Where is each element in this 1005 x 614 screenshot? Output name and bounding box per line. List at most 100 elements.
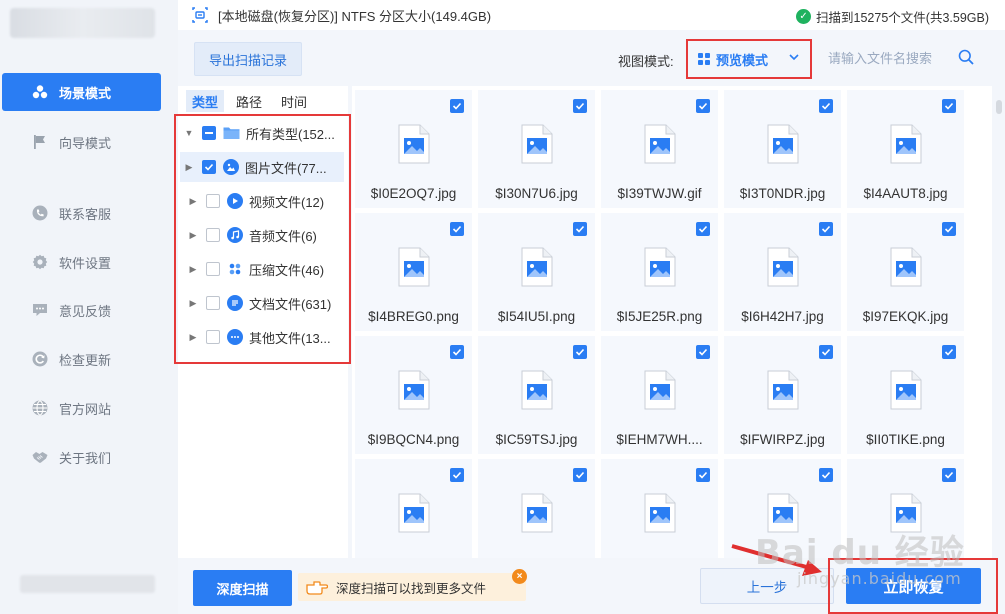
collapsed-arrow-icon[interactable]: ▶	[188, 230, 198, 241]
file-tile[interactable]	[478, 459, 595, 558]
file-name: $I4AAUT8.jpg	[863, 186, 948, 201]
checkbox[interactable]	[696, 468, 710, 482]
file-tile[interactable]: $I39TWJW.gif	[601, 90, 718, 208]
checkbox[interactable]	[696, 99, 710, 113]
checkbox[interactable]	[573, 99, 587, 113]
file-tile[interactable]: $I54IU5I.png	[478, 213, 595, 331]
checkbox[interactable]	[573, 468, 587, 482]
file-tile[interactable]: $IEHM7WH....	[601, 336, 718, 454]
close-icon[interactable]: ×	[512, 569, 527, 584]
checkbox[interactable]	[206, 228, 220, 242]
search-icon[interactable]	[958, 49, 974, 65]
collapsed-arrow-icon[interactable]: ▶	[184, 162, 194, 173]
export-scan-record-button[interactable]: 导出扫描记录	[194, 42, 302, 76]
file-name: $I97EKQK.jpg	[862, 309, 949, 324]
sidebar-item-settings[interactable]: 软件设置	[0, 243, 178, 281]
sidebar-item-about[interactable]: 关于我们	[0, 438, 178, 476]
tree-label: 所有类型(152...	[246, 126, 335, 142]
sidebar-item-website[interactable]: 官方网站	[0, 389, 178, 427]
tree-item-others[interactable]: ▶ 其他文件(13...	[184, 322, 331, 352]
deep-scan-button[interactable]: 深度扫描	[193, 570, 292, 606]
sidebar-item-contact[interactable]: 联系客服	[0, 194, 178, 232]
file-tile[interactable]: $IFWIRPZ.jpg	[724, 336, 841, 454]
expanded-arrow-icon[interactable]: ▼	[184, 128, 194, 138]
checkbox[interactable]	[819, 345, 833, 359]
tree-item-images[interactable]: ▶ 图片文件(77...	[180, 152, 344, 182]
pointing-hand-icon	[306, 581, 328, 595]
checkbox[interactable]	[696, 222, 710, 236]
file-tile[interactable]: $I9BQCN4.png	[355, 336, 472, 454]
file-tile[interactable]: $IC59TSJ.jpg	[478, 336, 595, 454]
checkbox[interactable]	[206, 296, 220, 310]
checkbox[interactable]	[206, 194, 220, 208]
checkbox[interactable]	[202, 126, 216, 140]
collapsed-arrow-icon[interactable]: ▶	[188, 332, 198, 343]
checkbox[interactable]	[450, 222, 464, 236]
sidebar-item-feedback[interactable]: 意见反馈	[0, 291, 178, 329]
image-file-icon	[398, 370, 430, 410]
checkbox[interactable]	[942, 222, 956, 236]
collapsed-arrow-icon[interactable]: ▶	[188, 264, 198, 275]
checkbox[interactable]	[206, 262, 220, 276]
file-tile[interactable]: $I5JE25R.png	[601, 213, 718, 331]
baidu-watermark: Bai du 经验 jingyan.baidu.com	[755, 525, 965, 588]
image-file-icon	[521, 247, 553, 287]
file-name: $I9BQCN4.png	[367, 432, 460, 447]
checkbox[interactable]	[819, 99, 833, 113]
checkbox[interactable]	[450, 468, 464, 482]
image-file-icon	[398, 247, 430, 287]
sidebar-item-scene-mode[interactable]: 场景模式	[2, 73, 161, 111]
file-tile[interactable]	[601, 459, 718, 558]
tab-path[interactable]: 路径	[229, 90, 269, 112]
more-icon	[227, 329, 243, 345]
sidebar-item-check-update[interactable]: 检查更新	[0, 340, 178, 378]
file-name: $I54IU5I.png	[497, 309, 576, 324]
checkbox[interactable]	[573, 345, 587, 359]
check-circle-icon: ✓	[796, 9, 812, 24]
collapsed-arrow-icon[interactable]: ▶	[188, 196, 198, 207]
tree-item-archives[interactable]: ▶ 压缩文件(46)	[184, 254, 324, 284]
file-name: $IFWIRPZ.jpg	[740, 432, 825, 447]
file-tile[interactable]: $II0TIKE.png	[847, 336, 964, 454]
collapsed-arrow-icon[interactable]: ▶	[188, 298, 198, 309]
file-tile[interactable]	[355, 459, 472, 558]
scrollbar-thumb[interactable]	[996, 100, 1002, 114]
file-tile[interactable]: $I0E2OQ7.jpg	[355, 90, 472, 208]
file-tile[interactable]: $I6H42H7.jpg	[724, 213, 841, 331]
tab-time[interactable]: 时间	[274, 90, 314, 112]
filename-search-input[interactable]	[828, 46, 958, 70]
tree-item-documents[interactable]: ▶ 文档文件(631)	[184, 288, 331, 318]
checkbox[interactable]	[202, 160, 216, 174]
view-mode-select[interactable]: 预览模式	[686, 39, 812, 79]
file-name: $IC59TSJ.jpg	[495, 432, 578, 447]
sidebar-item-guide-mode[interactable]: 向导模式	[0, 123, 178, 161]
checkbox[interactable]	[942, 345, 956, 359]
checkbox[interactable]	[942, 99, 956, 113]
image-file-icon	[521, 124, 553, 164]
deep-scan-tip: 深度扫描可以找到更多文件	[298, 573, 526, 601]
file-tile[interactable]: $I4AAUT8.jpg	[847, 90, 964, 208]
checkbox[interactable]	[819, 222, 833, 236]
checkbox[interactable]	[206, 330, 220, 344]
tree-root-all-types[interactable]: ▼ 所有类型(152...	[184, 118, 335, 148]
checkbox[interactable]	[696, 345, 710, 359]
tab-type[interactable]: 类型	[186, 90, 224, 112]
image-file-icon	[521, 493, 553, 533]
file-tile[interactable]: $I4BREG0.png	[355, 213, 472, 331]
file-name: $I6H42H7.jpg	[741, 309, 824, 324]
checkbox[interactable]	[942, 468, 956, 482]
sidebar-item-label: 软件设置	[59, 255, 112, 271]
image-icon	[223, 159, 239, 175]
tree-item-audio[interactable]: ▶ 音频文件(6)	[184, 220, 317, 250]
file-tile[interactable]: $I97EKQK.jpg	[847, 213, 964, 331]
image-file-icon	[398, 493, 430, 533]
checkbox[interactable]	[819, 468, 833, 482]
checkbox[interactable]	[450, 345, 464, 359]
tree-label: 图片文件(77...	[245, 160, 327, 176]
document-icon	[227, 295, 243, 311]
checkbox[interactable]	[450, 99, 464, 113]
file-tile[interactable]: $I30N7U6.jpg	[478, 90, 595, 208]
tree-item-videos[interactable]: ▶ 视频文件(12)	[184, 186, 324, 216]
file-tile[interactable]: $I3T0NDR.jpg	[724, 90, 841, 208]
checkbox[interactable]	[573, 222, 587, 236]
